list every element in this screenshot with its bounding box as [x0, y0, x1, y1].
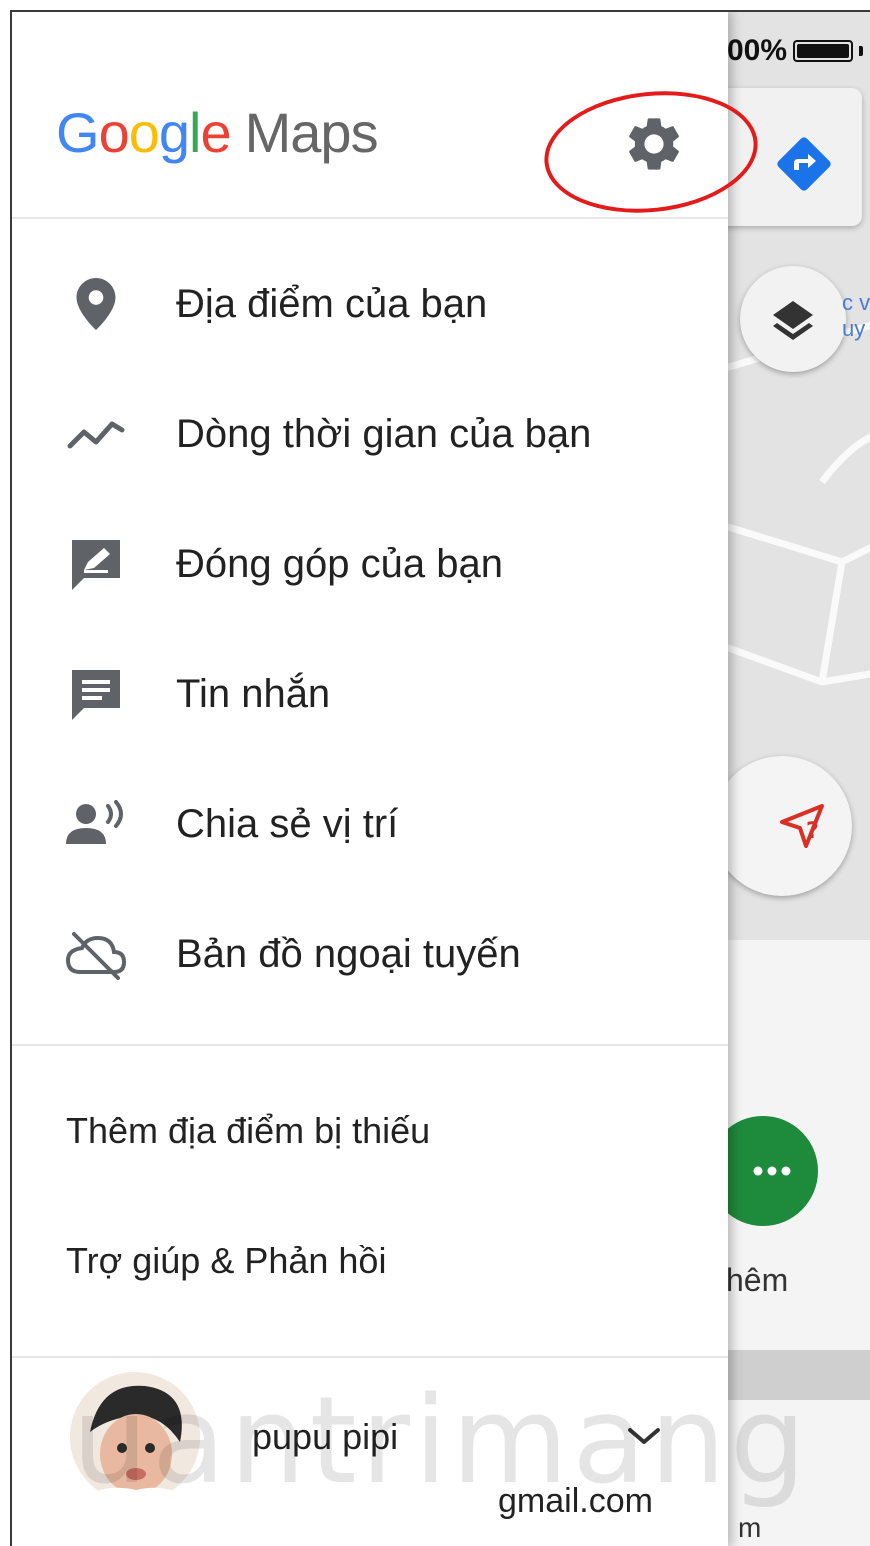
account-email: gmail.com — [498, 1482, 653, 1520]
battery-percent: 00% — [727, 34, 788, 67]
drawer-header: Google Maps — [12, 12, 764, 223]
explore-question-icon: ? — [780, 804, 824, 848]
menu-item-label: Đóng góp của bạn — [176, 541, 503, 586]
menu-item-your-places[interactable]: Địa điểm của bạn — [12, 244, 728, 364]
screen: 00% c v uy ? hêm m Google Maps Địa điểm … — [10, 10, 870, 1546]
account-switcher[interactable]: pupu pipi gmail.com — [12, 1358, 728, 1546]
explore-button[interactable]: ? — [712, 756, 852, 896]
menu-item-label: Chia sẻ vị trí — [176, 801, 399, 846]
more-label: hêm — [726, 1262, 789, 1298]
navigation-drawer: Google Maps Địa điểm của bạn Dòng thời gi… — [12, 12, 764, 1546]
chevron-down-icon[interactable] — [624, 1424, 664, 1448]
timeline-icon — [64, 402, 128, 466]
directions-icon[interactable] — [770, 130, 838, 198]
offline-cloud-icon — [64, 922, 128, 986]
location-sharing-icon — [64, 792, 128, 856]
add-missing-place-link[interactable]: Thêm địa điểm bị thiếu — [66, 1110, 430, 1152]
menu-item-timeline[interactable]: Dòng thời gian của bạn — [12, 374, 728, 494]
map-poi-label: c v uy — [842, 290, 870, 341]
avatar[interactable] — [70, 1372, 200, 1502]
menu-item-location-sharing[interactable]: Chia sẻ vị trí — [12, 764, 728, 884]
divider — [12, 217, 728, 219]
menu-item-label: Địa điểm của bạn — [176, 281, 488, 326]
bottom-text: m — [738, 1512, 762, 1543]
divider — [12, 1044, 728, 1046]
layers-icon — [773, 301, 813, 340]
account-name: pupu pipi — [252, 1416, 399, 1457]
battery-icon — [793, 40, 854, 62]
contribute-icon — [64, 532, 128, 596]
menu-item-offline-maps[interactable]: Bản đồ ngoại tuyến — [12, 894, 728, 1014]
menu-item-messages[interactable]: Tin nhắn — [12, 634, 728, 754]
menu-item-label: Bản đồ ngoại tuyến — [176, 931, 521, 976]
location-pin-icon — [64, 272, 128, 336]
battery-indicator: 00% — [727, 34, 864, 68]
menu-item-contributions[interactable]: Đóng góp của bạn — [12, 504, 728, 624]
menu-item-label: Dòng thời gian của bạn — [176, 411, 592, 456]
svg-text:?: ? — [806, 819, 819, 844]
google-maps-logo: Google Maps — [56, 101, 379, 164]
message-icon — [64, 662, 128, 726]
layers-button[interactable] — [740, 266, 846, 372]
help-feedback-link[interactable]: Trợ giúp & Phản hồi — [66, 1240, 386, 1282]
menu-item-label: Tin nhắn — [176, 671, 331, 716]
more-dots-icon — [753, 1166, 791, 1176]
